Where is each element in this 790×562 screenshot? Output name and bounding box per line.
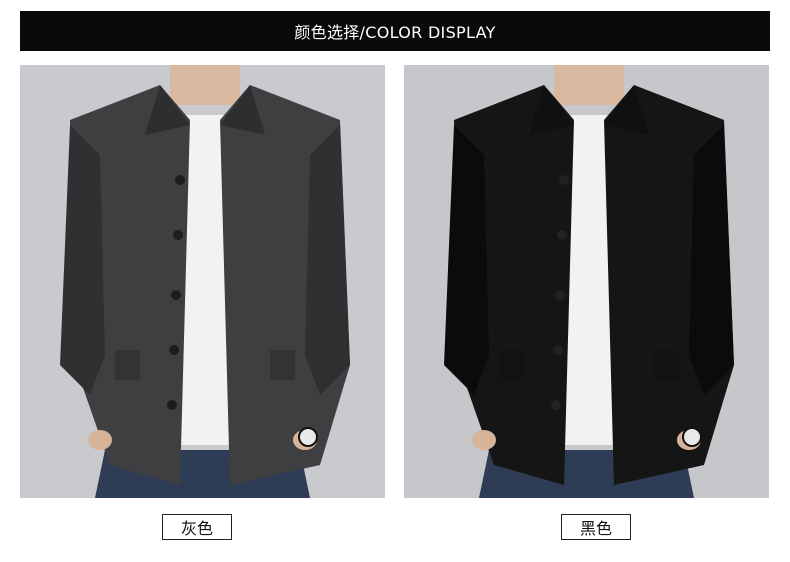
gray-color-label-text: 灰色 <box>180 519 213 538</box>
black-color-label: 黑色 <box>561 514 631 540</box>
banner-title: 颜色选择/COLOR DISPLAY <box>294 23 496 42</box>
black-color-label-text: 黑色 <box>579 519 612 538</box>
gray-cardigan-photo <box>20 65 385 498</box>
gray-color-label: 灰色 <box>162 514 232 540</box>
black-cardigan-photo <box>404 65 769 498</box>
color-display-banner: 颜色选择/COLOR DISPLAY <box>20 11 770 51</box>
